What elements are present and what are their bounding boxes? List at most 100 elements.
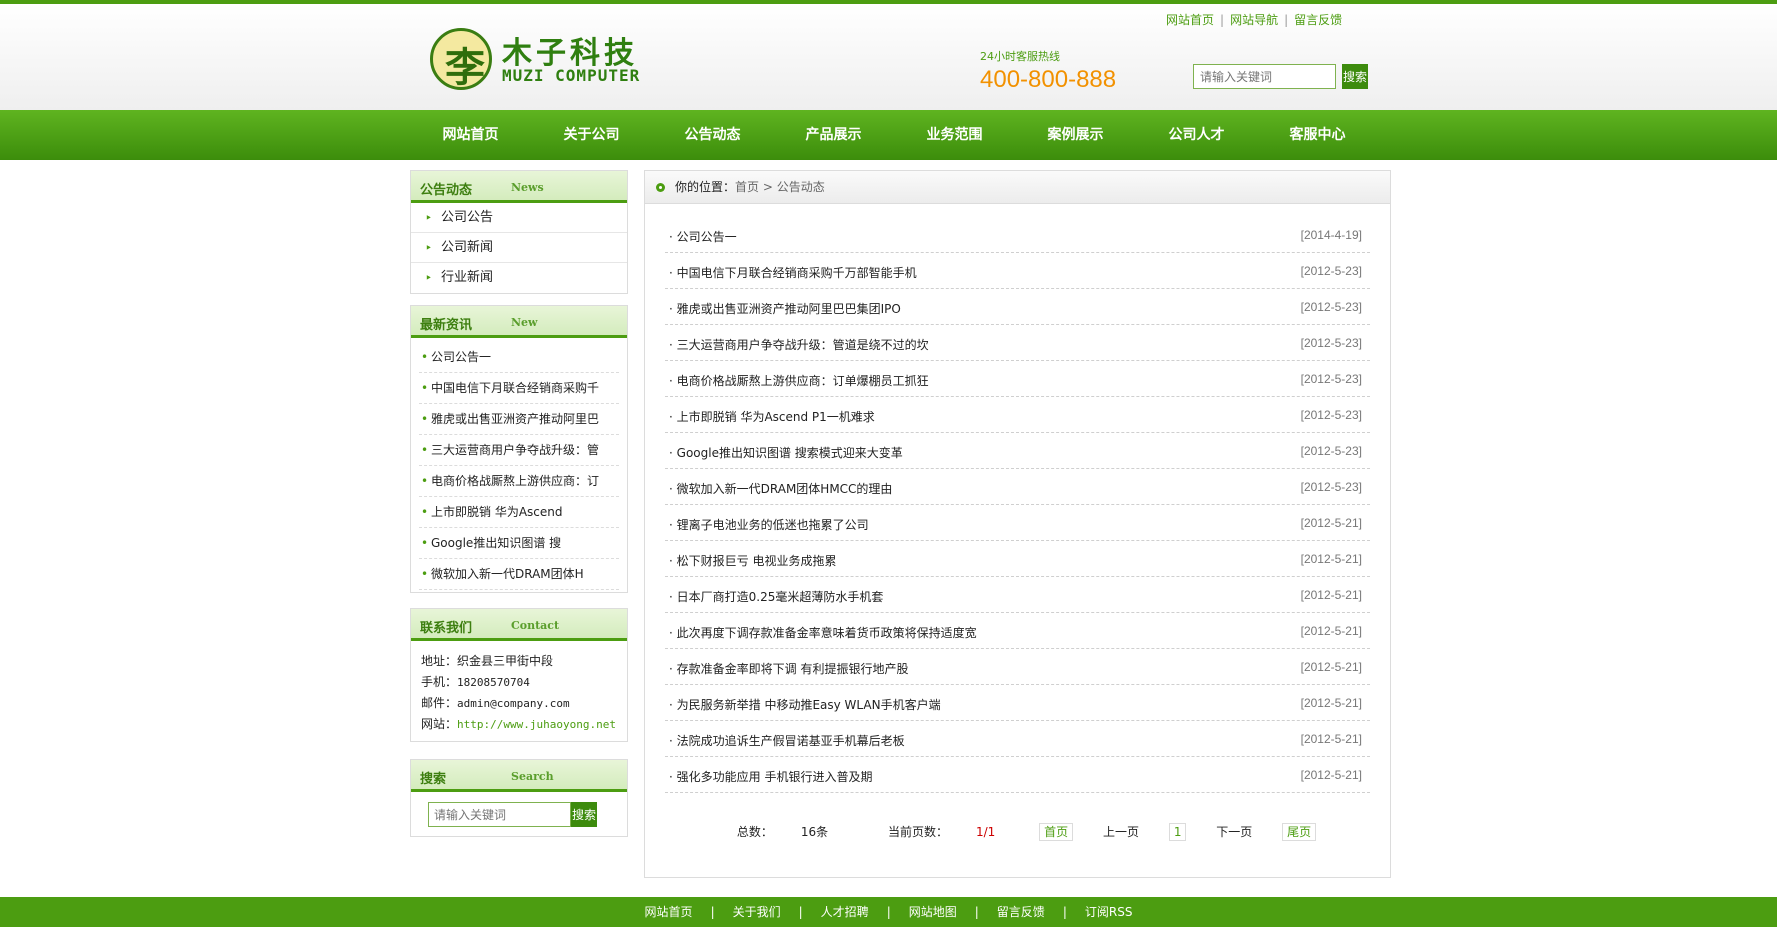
pager-current-page[interactable]: 1 <box>1168 823 1187 841</box>
latest-news-item[interactable]: 上市即脱销 华为Ascend <box>419 497 619 528</box>
top-search-button[interactable]: 搜索 <box>1342 64 1368 89</box>
contact-email: 邮件：admin@company.com <box>421 693 617 714</box>
latest-news-item[interactable]: 公司公告一 <box>419 342 619 373</box>
sidebar-latest: 最新资讯 New 公司公告一 中国电信下月联合经销商采购千 雅虎或出售亚洲资产推… <box>410 305 628 593</box>
breadcrumb-home-link[interactable]: 首页 <box>735 180 759 194</box>
sidebar-contact: 联系我们 Contact 地址：织金县三甲街中段 手机：18208570704 … <box>410 608 628 742</box>
nav-item-news[interactable]: 公告动态 <box>652 110 773 160</box>
pager-prev-button[interactable]: 上一页 <box>1103 825 1139 839</box>
latest-news-item[interactable]: 雅虎或出售亚洲资产推动阿里巴 <box>419 404 619 435</box>
article-title[interactable]: 此次再度下调存款准备金率意味着货币政策将保持适度宽 <box>669 624 977 641</box>
article-title[interactable]: 松下财报巨亏 电视业务成拖累 <box>669 552 837 569</box>
sidebar-search: 搜索 Search 搜索 <box>410 759 628 837</box>
separator: | <box>710 905 715 919</box>
article-title[interactable]: 法院成功追诉生产假冒诺基亚手机幕后老板 <box>669 732 905 749</box>
breadcrumb: 你的位置：首页 > 公告动态 <box>645 171 1390 204</box>
article-list: 公司公告一 [2014-4-19] 中国电信下月联合经销商采购千万部智能手机 [20… <box>665 217 1370 793</box>
article-row: 公司公告一 [2014-4-19] <box>665 217 1370 253</box>
article-title[interactable]: 锂离子电池业务的低迷也拖累了公司 <box>669 516 869 533</box>
article-title[interactable]: 三大运营商用户争夺战升级：管道是绕不过的坎 <box>669 336 929 353</box>
latest-news-item[interactable]: Google推出知识图谱 搜 <box>419 528 619 559</box>
sidebar-search-title: 搜索 <box>420 772 447 787</box>
top-search-input[interactable] <box>1193 64 1336 89</box>
latest-news-item[interactable]: 微软加入新一代DRAM团体H <box>419 559 619 590</box>
pager-next-button[interactable]: 下一页 <box>1216 825 1252 839</box>
hotline-label: 24小时客服热线 <box>980 50 1060 63</box>
article-title[interactable]: 日本厂商打造0.25毫米超薄防水手机套 <box>669 588 884 605</box>
footer-link-rss[interactable]: 订阅RSS <box>1085 905 1133 919</box>
article-row: 松下财报巨亏 电视业务成拖累 [2012-5-21] <box>665 541 1370 577</box>
separator: | <box>974 905 979 919</box>
article-title[interactable]: 雅虎或出售亚洲资产推动阿里巴巴集团IPO <box>669 300 901 317</box>
footer-link-feedback[interactable]: 留言反馈 <box>997 905 1045 919</box>
footer: 网站首页 | 关于我们 | 人才招聘 | 网站地图 | 留言反馈 | 订阅RSS <box>0 897 1777 927</box>
separator: | <box>1220 13 1225 27</box>
sidebar-item-company-notice[interactable]: 公司公告 <box>411 203 627 233</box>
sidebar-contact-title: 联系我们 <box>420 621 473 636</box>
sidebar-categories-subtitle: News <box>511 181 544 194</box>
article-date: [2012-5-21] <box>1300 552 1362 566</box>
article-row: 中国电信下月联合经销商采购千万部智能手机 [2012-5-23] <box>665 253 1370 289</box>
top-search: 搜索 <box>1193 64 1368 89</box>
article-date: [2012-5-21] <box>1300 696 1362 710</box>
latest-news-item[interactable]: 三大运营商用户争夺战升级：管 <box>419 435 619 466</box>
separator: | <box>798 905 803 919</box>
sidebar-item-industry-news[interactable]: 行业新闻 <box>411 263 627 293</box>
latest-news-item[interactable]: 中国电信下月联合经销商采购千 <box>419 373 619 404</box>
pager-last-button[interactable]: 尾页 <box>1282 823 1317 841</box>
contact-phone-value: 18208570704 <box>457 676 530 689</box>
footer-link-home[interactable]: 网站首页 <box>645 905 693 919</box>
nav-item-home[interactable]: 网站首页 <box>410 110 531 160</box>
sidebar-categories: 公告动态 News 公司公告 公司新闻 行业新闻 <box>410 170 628 294</box>
sidebar-categories-header: 公告动态 News <box>411 171 627 203</box>
article-row: Google推出知识图谱 搜索模式迎来大变革 [2012-5-23] <box>665 433 1370 469</box>
article-title[interactable]: 为民服务新举措 中移动推Easy WLAN手机客户端 <box>669 696 941 713</box>
article-date: [2012-5-23] <box>1300 264 1362 278</box>
top-link-sitemap[interactable]: 网站导航 <box>1230 13 1278 27</box>
footer-link-jobs[interactable]: 人才招聘 <box>821 905 869 919</box>
breadcrumb-label: 你的位置： <box>675 180 736 194</box>
article-title[interactable]: 公司公告一 <box>669 228 737 245</box>
top-links: 网站首页 | 网站导航 | 留言反馈 <box>1166 11 1342 28</box>
sidebar-search-button[interactable]: 搜索 <box>571 802 597 827</box>
contact-info: 地址：织金县三甲街中段 手机：18208570704 邮件：admin@comp… <box>411 641 627 741</box>
article-title[interactable]: 上市即脱销 华为Ascend P1一机难求 <box>669 408 875 425</box>
article-row: 法院成功追诉生产假冒诺基亚手机幕后老板 [2012-5-21] <box>665 721 1370 757</box>
nav-item-cases[interactable]: 案例展示 <box>1015 110 1136 160</box>
article-title[interactable]: 强化多功能应用 手机银行进入普及期 <box>669 768 873 785</box>
contact-site-label: 网站： <box>421 717 458 731</box>
sidebar-search-header: 搜索 Search <box>411 760 627 792</box>
footer-link-sitemap[interactable]: 网站地图 <box>909 905 957 919</box>
logo-name-en: MUZI COMPUTER <box>502 66 641 85</box>
contact-site: 网站：http://www.juhaoyong.net <box>421 714 617 735</box>
article-title[interactable]: Google推出知识图谱 搜索模式迎来大变革 <box>669 444 903 461</box>
article-date: [2012-5-23] <box>1300 372 1362 386</box>
hotline-number: 400-800-888 <box>980 66 1117 93</box>
article-title[interactable]: 微软加入新一代DRAM团体HMCC的理由 <box>669 480 893 497</box>
sidebar-search-input[interactable] <box>428 802 571 827</box>
latest-news-item[interactable]: 电商价格战厮熬上游供应商：订 <box>419 466 619 497</box>
nav-item-business[interactable]: 业务范围 <box>894 110 1015 160</box>
sidebar-item-company-news[interactable]: 公司新闻 <box>411 233 627 263</box>
article-row: 上市即脱销 华为Ascend P1一机难求 [2012-5-23] <box>665 397 1370 433</box>
article-title[interactable]: 中国电信下月联合经销商采购千万部智能手机 <box>669 264 917 281</box>
nav-item-about[interactable]: 关于公司 <box>531 110 652 160</box>
contact-site-link[interactable]: http://www.juhaoyong.net <box>457 718 616 731</box>
nav-item-talent[interactable]: 公司人才 <box>1136 110 1257 160</box>
top-link-home[interactable]: 网站首页 <box>1166 13 1214 27</box>
sidebar-contact-subtitle: Contact <box>511 619 560 632</box>
nav-item-service[interactable]: 客服中心 <box>1257 110 1378 160</box>
latest-news-list: 公司公告一 中国电信下月联合经销商采购千 雅虎或出售亚洲资产推动阿里巴 三大运营… <box>411 338 627 592</box>
article-date: [2012-5-23] <box>1300 336 1362 350</box>
article-date: [2012-5-21] <box>1300 624 1362 638</box>
footer-link-about[interactable]: 关于我们 <box>733 905 781 919</box>
header: 李 木子科技 MUZI COMPUTER 24小时客服热线 400-800-88… <box>0 4 1777 110</box>
top-link-feedback[interactable]: 留言反馈 <box>1294 13 1342 27</box>
sidebar-search-form: 搜索 <box>411 792 627 836</box>
pager-first-button[interactable]: 首页 <box>1039 823 1074 841</box>
breadcrumb-bullet-icon <box>656 183 665 192</box>
article-title[interactable]: 电商价格战厮熬上游供应商：订单爆棚员工抓狂 <box>669 372 929 389</box>
nav-item-products[interactable]: 产品展示 <box>773 110 894 160</box>
article-title[interactable]: 存款准备金率即将下调 有利提振银行地产股 <box>669 660 909 677</box>
main-content: 你的位置：首页 > 公告动态 公司公告一[2014-4-19] 中国电信下月联合… <box>644 170 1391 878</box>
